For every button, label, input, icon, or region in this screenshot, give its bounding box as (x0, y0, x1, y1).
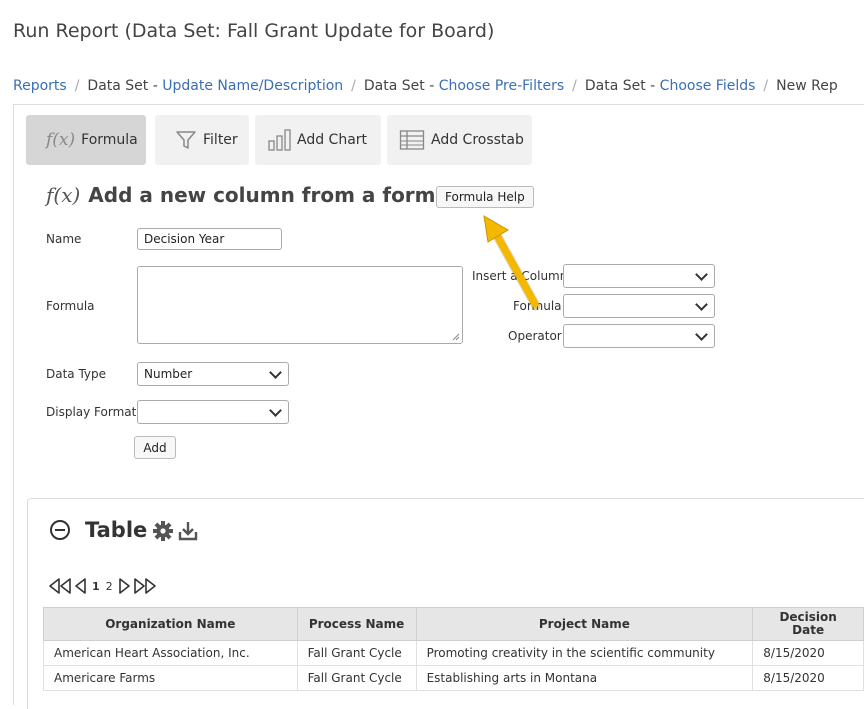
formula-textarea[interactable] (137, 266, 463, 344)
next-page-icon[interactable] (116, 576, 132, 596)
fx-icon: f(x) (46, 130, 76, 150)
table-row: Americare Farms Fall Grant Cycle Establi… (43, 665, 864, 691)
tab-add-crosstab-label: Add Crosstab (431, 132, 524, 148)
chevron-down-icon (695, 267, 708, 281)
gear-icon[interactable] (152, 520, 174, 542)
heading-text: Add a new column from a formula. (88, 183, 478, 207)
operator-label: Operator (508, 329, 562, 343)
data-type-label: Data Type (46, 367, 107, 381)
table-cell: Fall Grant Cycle (296, 640, 417, 666)
display-format-label: Display Format (46, 405, 137, 419)
data-type-select[interactable]: Number (137, 362, 289, 386)
tab-formula-label: Formula (81, 132, 138, 148)
column-header[interactable]: Project Name (415, 607, 754, 641)
tab-add-crosstab[interactable]: Add Crosstab (387, 115, 532, 165)
resize-handle-icon[interactable] (452, 333, 460, 341)
page-1[interactable]: 1 (92, 580, 100, 593)
column-header[interactable]: Process Name (296, 607, 417, 641)
bar-chart-icon (267, 128, 293, 152)
prev-page-icon[interactable] (73, 576, 89, 596)
page-2[interactable]: 2 (106, 580, 113, 593)
name-label: Name (46, 232, 82, 246)
fx-icon: f(x) (46, 183, 81, 207)
table-cell: Promoting creativity in the scientific c… (415, 640, 754, 666)
table-cell: American Heart Association, Inc. (43, 640, 298, 666)
column-header[interactable]: Organization Name (43, 607, 298, 641)
breadcrumb-separator: / (74, 78, 80, 94)
breadcrumb-choose-fields[interactable]: Choose Fields (660, 78, 756, 94)
table-pager: 1 2 (47, 576, 158, 596)
breadcrumb: Reports / Data Set - Update Name/Descripti… (13, 78, 838, 94)
chevron-down-icon (269, 403, 282, 417)
table-row: American Heart Association, Inc. Fall Gr… (43, 640, 864, 666)
formula-label: Formula (46, 299, 95, 313)
formula-select[interactable] (563, 294, 715, 318)
tab-filter[interactable]: Filter (155, 115, 249, 165)
display-format-select[interactable] (137, 400, 289, 424)
tab-filter-label: Filter (203, 132, 238, 148)
crosstab-icon (399, 129, 425, 151)
operator-select[interactable] (563, 324, 715, 348)
insert-column-select[interactable] (563, 264, 715, 288)
breadcrumb-dataset-prefix: Data Set - (584, 78, 660, 94)
first-page-icon[interactable] (47, 576, 73, 596)
arrow-annotation-icon (483, 215, 541, 311)
table-cell: Establishing arts in Montana (415, 665, 754, 691)
add-column-button[interactable]: Add (134, 436, 176, 459)
name-input[interactable]: Decision Year (137, 228, 282, 250)
chevron-down-icon (269, 365, 282, 379)
filter-icon (175, 129, 197, 151)
formula-section-heading: f(x) Add a new column from a formula. (46, 183, 478, 207)
chevron-down-icon (695, 327, 708, 341)
tab-formula[interactable]: f(x) Formula (26, 115, 146, 165)
breadcrumb-separator: / (351, 78, 356, 94)
table-cell: 8/15/2020 (752, 665, 864, 691)
breadcrumb-pre-filters[interactable]: Choose Pre-Filters (439, 78, 564, 94)
breadcrumb-separator: / (572, 78, 577, 94)
table-cell: 8/15/2020 (752, 640, 864, 666)
chevron-down-icon (695, 297, 708, 311)
breadcrumb-new-report: New Rep (776, 78, 838, 94)
page-title: Run Report (Data Set: Fall Grant Update … (13, 20, 495, 42)
breadcrumb-reports[interactable]: Reports (13, 78, 67, 94)
data-type-value: Number (144, 367, 193, 381)
tab-add-chart-label: Add Chart (297, 132, 368, 148)
breadcrumb-dataset-prefix: Data Set - (87, 78, 163, 94)
last-page-icon[interactable] (132, 576, 158, 596)
breadcrumb-update-name[interactable]: Update Name/Description (162, 78, 343, 94)
table-cell: Americare Farms (43, 665, 298, 691)
table-title: Table (85, 518, 148, 542)
table-cell: Fall Grant Cycle (296, 665, 417, 691)
download-icon[interactable] (177, 520, 199, 542)
breadcrumb-separator: / (763, 78, 769, 94)
formula-help-button[interactable]: Formula Help (436, 186, 534, 208)
column-header[interactable]: Decision Date (752, 607, 864, 641)
report-table: Organization Name Process Name Project N… (43, 607, 864, 691)
table-header-row: Organization Name Process Name Project N… (43, 607, 864, 641)
collapse-icon[interactable] (50, 520, 70, 540)
breadcrumb-dataset-prefix: Data Set - (363, 78, 439, 94)
tab-add-chart[interactable]: Add Chart (255, 115, 381, 165)
